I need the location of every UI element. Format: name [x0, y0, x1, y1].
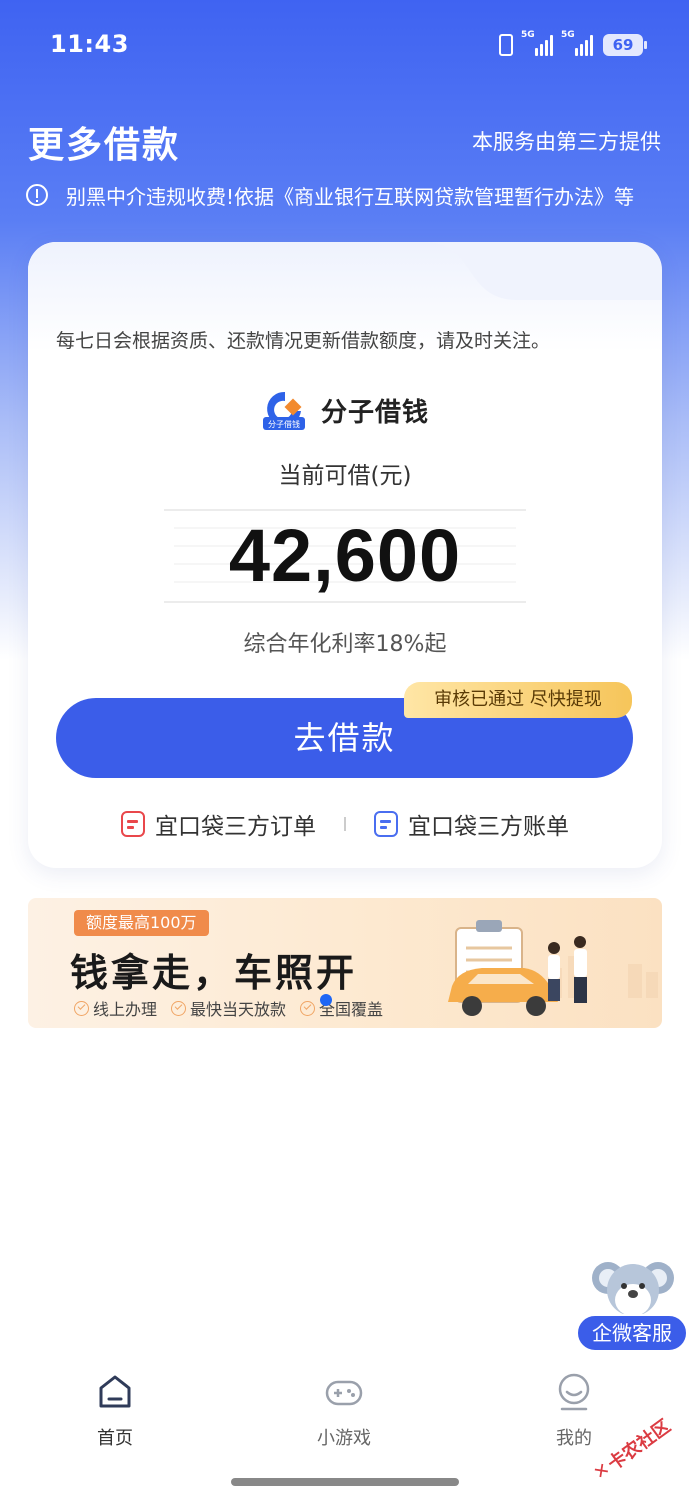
nav-home-label: 首页	[97, 1428, 133, 1449]
car-and-people-illustration	[448, 920, 658, 1016]
nav-games[interactable]: 小游戏	[284, 1372, 404, 1452]
nav-home[interactable]: 首页	[55, 1372, 175, 1452]
interest-rate: 综合年化利率18%起	[243, 632, 447, 657]
home-icon	[99, 1375, 131, 1408]
banner-feature: 最快当天放款	[171, 996, 286, 1020]
amount-label: 当前可借(元)	[278, 463, 412, 489]
brand-name: 分子借钱	[320, 397, 429, 428]
bill-document-icon	[374, 811, 398, 837]
info-icon	[26, 184, 48, 206]
signal-icon: 5G	[521, 30, 553, 56]
battery-icon: 69	[603, 34, 647, 56]
bills-link-label: 宜口袋三方账单	[408, 814, 569, 840]
orders-link-label: 宜口袋三方订单	[155, 814, 316, 840]
vibrate-icon	[499, 34, 513, 56]
car-loan-banner[interactable]: 额度最高100万 钱拿走，车照开 线上办理 最快当天放款 全国覆盖	[28, 898, 662, 1028]
banner-features: 线上办理 最快当天放款 全国覆盖	[74, 996, 383, 1020]
banner-headline: 钱拿走，车照开	[70, 951, 358, 995]
provider-note: 本服务由第三方提供	[472, 130, 661, 154]
third-party-links: 宜口袋三方订单 宜口袋三方账单	[28, 804, 662, 844]
network-type-label: 5G	[521, 30, 535, 40]
banner-indicator-dot	[320, 994, 332, 1006]
check-icon	[171, 1000, 187, 1016]
customer-service-button[interactable]: 企微客服	[576, 1314, 688, 1352]
card-hint: 每七日会根据资质、还款情况更新借款额度，请及时关注。	[56, 330, 551, 352]
check-icon	[300, 1000, 316, 1016]
orders-link[interactable]: 宜口袋三方订单	[121, 807, 316, 841]
brand-logo-icon: 分子借钱	[262, 391, 305, 430]
watermark-text: 卡农社区	[604, 1415, 675, 1476]
check-icon	[74, 1000, 89, 1016]
status-bar: 11:43 5G 5G 69	[0, 0, 689, 90]
amount-display: 42,600	[164, 508, 526, 604]
signal-icon: 5G	[561, 30, 593, 56]
home-indicator[interactable]	[231, 1478, 459, 1486]
banner-feature: 全国覆盖	[300, 996, 383, 1020]
bills-link[interactable]: 宜口袋三方账单	[374, 807, 569, 841]
profile-icon	[558, 1373, 590, 1411]
link-divider	[344, 817, 346, 831]
brand-row: 分子借钱 分子借钱	[28, 386, 662, 434]
gamepad-icon	[325, 1380, 363, 1406]
order-document-icon	[121, 811, 145, 837]
svg-text:分子借钱: 分子借钱	[268, 419, 300, 429]
network-type-label: 5G	[561, 30, 575, 40]
status-time: 11:43	[50, 30, 129, 58]
koala-mascot-icon[interactable]	[590, 1256, 676, 1318]
banner-feature: 线上办理	[74, 996, 157, 1020]
notice-text: 别黑中介违规收费!依据《商业银行互联网贷款管理暂行办法》等	[66, 184, 635, 209]
status-icons: 5G 5G 69	[499, 30, 647, 60]
loan-card: 每七日会根据资质、还款情况更新借款额度，请及时关注。 分子借钱 分子借钱 当前可…	[28, 242, 662, 868]
banner-tag: 额度最高100万	[74, 910, 209, 936]
approved-badge: 审核已通过 尽快提现	[404, 682, 632, 718]
available-amount: 42,600	[228, 514, 462, 597]
nav-games-label: 小游戏	[317, 1428, 371, 1449]
notice-bar[interactable]: 别黑中介违规收费!依据《商业银行互联网贷款管理暂行办法》等	[26, 178, 666, 212]
page-title: 更多借款	[28, 125, 181, 166]
